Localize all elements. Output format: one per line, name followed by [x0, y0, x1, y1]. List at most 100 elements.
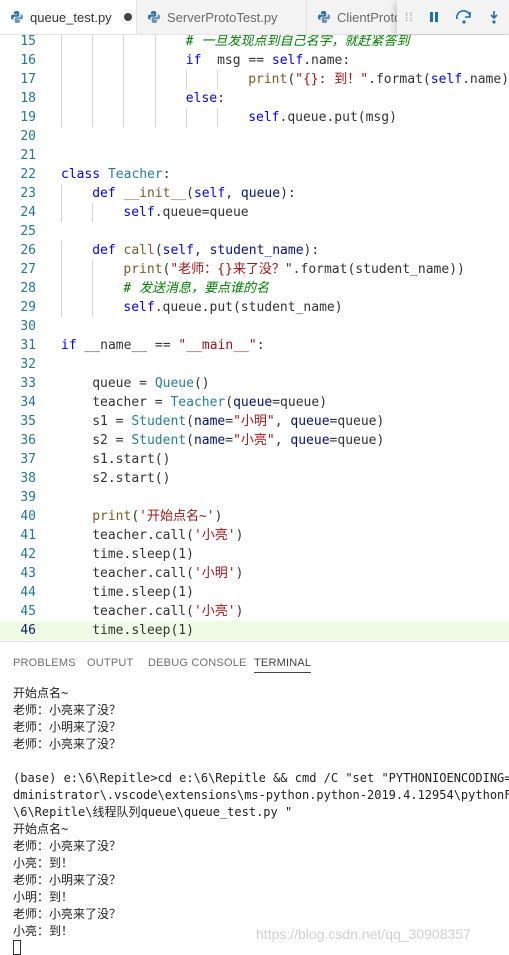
code-token: time.sleep(1)	[92, 623, 194, 638]
code-line[interactable]: 24 self.queue=queue	[0, 203, 509, 222]
code-line[interactable]: 23 def __init__(self, queue):	[0, 184, 509, 203]
code-line[interactable]: 43 teacher.call('小明')	[0, 564, 509, 583]
indent-guide	[61, 260, 62, 279]
code-line[interactable]: 18 else:	[0, 89, 509, 108]
code-token: (	[186, 186, 194, 201]
indent-guide	[123, 108, 125, 127]
code-text: s1.start()	[92, 450, 170, 469]
indent-guide	[123, 51, 125, 70]
code-text: print("老师：{}来了没？".format(student_name))	[123, 260, 464, 279]
code-token: def	[92, 186, 116, 201]
code-token: Student	[131, 433, 187, 448]
step-over-button[interactable]	[449, 5, 479, 29]
code-text: teacher.call('小明')	[92, 564, 243, 583]
code-line[interactable]: 15 # 一旦发现点到自己名字，就赶紧答到	[0, 35, 509, 51]
code-token: self	[123, 205, 155, 220]
code-line[interactable]: 34 teacher = Teacher(queue=queue)	[0, 393, 509, 412]
code-line[interactable]: 19 self.queue.put(msg)	[0, 108, 509, 127]
code-line[interactable]: 32	[0, 355, 509, 374]
code-token: __name__ ==	[76, 338, 179, 353]
code-token: ,	[225, 186, 241, 201]
code-line[interactable]: 17 print("{}: 到！".format(self.name))	[0, 70, 509, 89]
code-editor[interactable]: 15 # 一旦发现点到自己名字，就赶紧答到 16 if msg == self.nam…	[0, 35, 509, 641]
indent-guide	[123, 70, 125, 89]
tab-problems[interactable]: PROBLEMS	[13, 657, 76, 669]
code-token: =	[225, 433, 234, 448]
code-line[interactable]: 29 self.queue.put(student_name)	[0, 298, 509, 317]
code-line[interactable]: 36 s2 = Student(name="小亮", queue=queue)	[0, 431, 509, 450]
code-line[interactable]: 42 time.sleep(1)	[0, 545, 509, 564]
line-number: 23	[20, 186, 36, 201]
code-token: "{}: 到！"	[295, 72, 369, 87]
code-token: print	[92, 509, 132, 524]
code-line[interactable]: 40 print('开始点名~')	[0, 507, 509, 526]
code-line[interactable]: 46 time.sleep(1)	[0, 621, 509, 640]
code-line[interactable]: 16 if msg == self.name:	[0, 51, 509, 70]
tab-debug-console[interactable]: DEBUG CONSOLE	[148, 657, 247, 669]
code-text: # 一旦发现点到自己名字，就赶紧答到	[186, 35, 410, 51]
code-token: .queue.put(student_name)	[154, 300, 343, 315]
terminal-line: 老师：小亮来了没？	[13, 907, 122, 921]
code-text: if __name__ == "__main__":	[61, 336, 265, 355]
code-token: s2 =	[92, 433, 132, 448]
step-over-icon	[456, 10, 471, 24]
tab-terminal[interactable]: TERMINAL	[254, 657, 312, 673]
indent-guide	[185, 108, 187, 127]
code-line[interactable]: 28 # 发送消息，要点谁的名	[0, 279, 509, 298]
code-token: .queue=queue	[154, 205, 249, 220]
code-token: ):	[280, 186, 296, 201]
code-token: ,	[274, 433, 291, 448]
code-line[interactable]: 44 time.sleep(1)	[0, 583, 509, 602]
code-line[interactable]: 45 teacher.call('小亮')	[0, 602, 509, 621]
editor-tab-bar: queue_test.py ServerProtoTest.py ClientP…	[0, 0, 509, 35]
code-line[interactable]: 38 s2.start()	[0, 469, 509, 488]
code-text: time.sleep(1)	[92, 621, 194, 640]
tab-output[interactable]: OUTPUT	[87, 657, 133, 669]
code-token: time.sleep(1)	[92, 547, 194, 562]
terminal-prompt[interactable]	[13, 940, 509, 955]
line-number: 18	[20, 91, 36, 106]
code-line[interactable]: 27 print("老师：{}来了没？".format(student_name)…	[0, 260, 509, 279]
code-text: s2.start()	[92, 469, 170, 488]
code-line[interactable]: 22 class Teacher:	[0, 165, 509, 184]
code-line[interactable]: 35 s1 = Student(name="小明", queue=queue)	[0, 412, 509, 431]
indent-guide	[61, 298, 62, 317]
drag-grip-icon[interactable]: ⁞⁞	[405, 10, 413, 24]
code-token: )	[235, 528, 244, 543]
code-line[interactable]: 25	[0, 222, 509, 241]
code-line[interactable]: 26 def call(self, student_name):	[0, 241, 509, 260]
code-text: def call(self, student_name):	[92, 241, 319, 260]
code-token: queue	[233, 395, 273, 410]
code-line[interactable]: 30	[0, 317, 509, 336]
code-line[interactable]: 20	[0, 127, 509, 146]
step-into-button[interactable]	[479, 5, 509, 29]
terminal-output[interactable]: 开始点名~ 老师：小亮来了没？ 老师：小明来了没？ 老师：小亮来了没？ (base) e…	[13, 685, 509, 955]
tab-server-proto-test[interactable]: ServerProtoTest.py	[136, 0, 306, 34]
pause-button[interactable]	[419, 5, 449, 29]
code-text: # 发送消息，要点谁的名	[123, 279, 269, 298]
code-line[interactable]: 39	[0, 488, 509, 507]
line-number: 27	[20, 262, 36, 277]
line-number: 34	[20, 395, 36, 410]
code-token: "老师：{}来了没？"	[170, 262, 293, 277]
code-token: s1.start()	[92, 452, 171, 467]
code-token: queue =	[92, 376, 155, 391]
code-token: else	[185, 91, 218, 106]
line-number: 45	[20, 604, 36, 619]
code-token: =	[225, 414, 234, 429]
cursor-icon	[13, 940, 21, 955]
code-text: self.queue.put(msg)	[248, 108, 397, 127]
indent-guide	[92, 203, 94, 222]
code-line[interactable]: 21	[0, 146, 509, 165]
code-line[interactable]: 31 if __name__ == "__main__":	[0, 336, 509, 355]
code-line[interactable]: 33 queue = Queue()	[0, 374, 509, 393]
code-token: self	[430, 72, 463, 87]
unsaved-dot-icon[interactable]	[123, 13, 132, 21]
indent-guide	[154, 51, 156, 70]
code-token: msg ==	[201, 53, 272, 68]
code-token: .name:	[303, 53, 351, 68]
code-line[interactable]: 37 s1.start()	[0, 450, 509, 469]
code-line[interactable]: 41 teacher.call('小亮')	[0, 526, 509, 545]
tab-queue-test[interactable]: queue_test.py	[0, 0, 136, 34]
